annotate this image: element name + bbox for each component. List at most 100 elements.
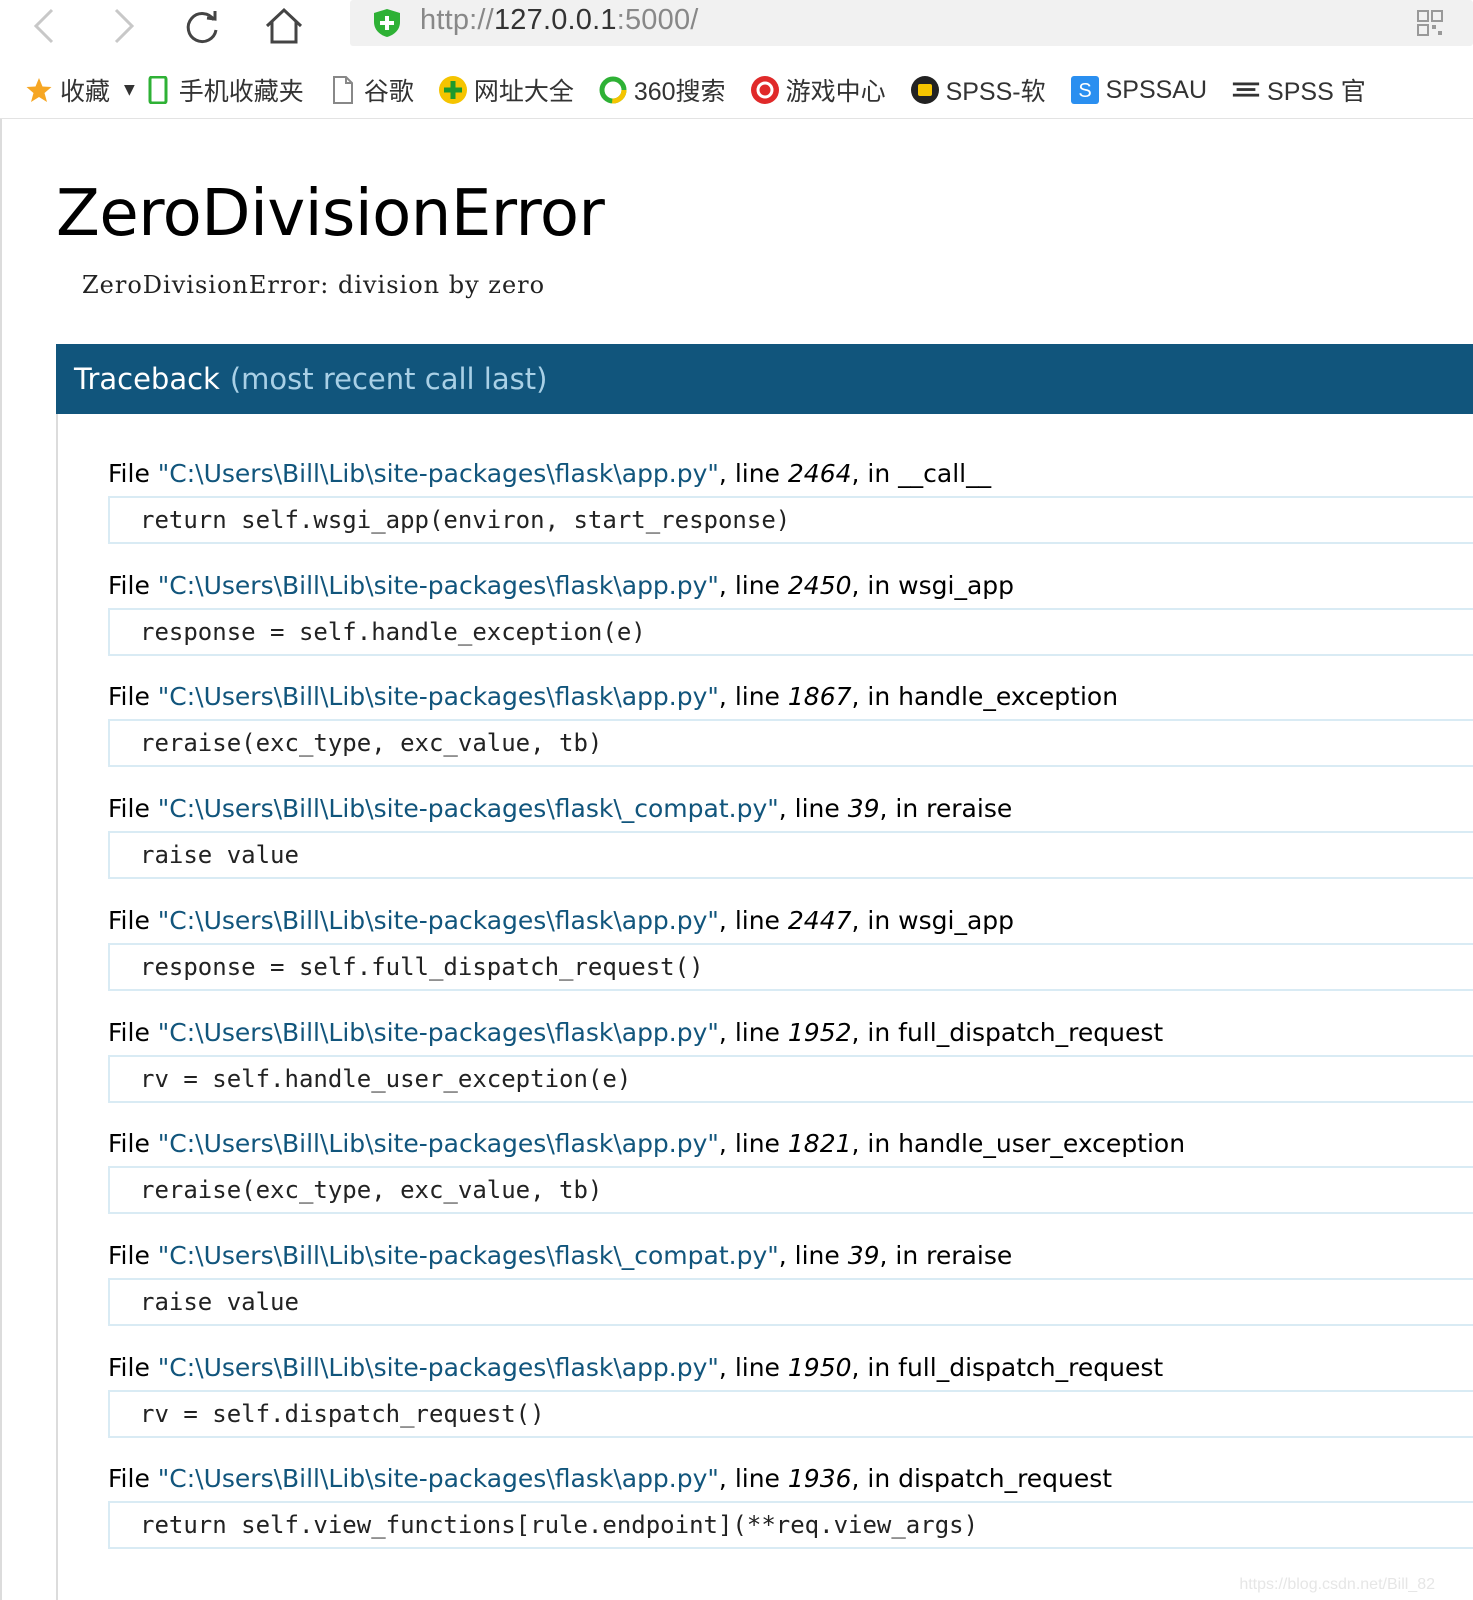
- bookmark-label: 网址大全: [473, 78, 574, 106]
- traceback-frame: File "C:\Users\Bill\Lib\site-packages\fl…: [108, 789, 1473, 880]
- forward-arrow-icon[interactable]: [102, 4, 146, 48]
- file-prefix: File: [108, 1464, 158, 1494]
- traceback-body: File "C:\Users\Bill\Lib\site-packages\fl…: [56, 414, 1473, 1600]
- shield-icon: [374, 9, 400, 37]
- frame-line-number: 2464: [787, 459, 852, 488]
- spss-official-icon: [1231, 75, 1261, 105]
- frame-function: reraise: [926, 1240, 1013, 1270]
- frame-function: full_dispatch_request: [898, 1017, 1164, 1047]
- frame-line-number: 39: [847, 794, 880, 824]
- page-content: ZeroDivisionError ZeroDivisionError: div…: [0, 119, 1473, 1600]
- file-prefix: File: [108, 459, 158, 488]
- home-icon[interactable]: [262, 4, 306, 48]
- frame-function: wsgi_app: [898, 570, 1015, 600]
- frame-code[interactable]: rv = self.handle_user_exception(e): [108, 1054, 1473, 1103]
- frame-code[interactable]: return self.wsgi_app(environ, start_resp…: [108, 496, 1473, 544]
- caret-down-icon[interactable]: ▼: [124, 82, 135, 98]
- bookmark-spss-soft[interactable]: SPSS-软: [910, 70, 1046, 110]
- in-prefix: , in: [851, 459, 899, 488]
- frame-line-number: 1950: [787, 1352, 852, 1382]
- frame-function: handle_exception: [898, 682, 1119, 712]
- line-prefix: , line: [718, 905, 788, 935]
- bookmark-label: SPSS 官: [1267, 78, 1366, 106]
- frame-line-number: 2447: [787, 905, 852, 935]
- svg-text:S: S: [1078, 80, 1091, 102]
- frame-filename: "C:\Users\Bill\Lib\site-packages\flask\a…: [157, 905, 719, 935]
- in-prefix: , in: [851, 1464, 899, 1494]
- url-host: 127.0.0.1: [493, 4, 617, 36]
- frame-location: File "C:\Users\Bill\Lib\site-packages\fl…: [108, 566, 1473, 606]
- bookmark-mobile[interactable]: 手机收藏夹: [143, 70, 304, 110]
- file-prefix: File: [108, 1017, 158, 1047]
- file-prefix: File: [108, 794, 158, 824]
- frame-filename: "C:\Users\Bill\Lib\site-packages\flask\_…: [157, 1240, 779, 1270]
- bookmark-google[interactable]: 谷歌: [328, 70, 414, 110]
- frame-filename: "C:\Users\Bill\Lib\site-packages\flask\a…: [157, 1464, 719, 1494]
- line-prefix: , line: [718, 459, 788, 488]
- traceback-frame: File "C:\Users\Bill\Lib\site-packages\fl…: [108, 566, 1473, 656]
- game-center-icon: [750, 75, 780, 105]
- file-prefix: File: [108, 1129, 158, 1159]
- frame-code[interactable]: raise value: [108, 831, 1473, 880]
- frame-function: __call__: [898, 459, 992, 488]
- traceback-frame: File "C:\Users\Bill\Lib\site-packages\fl…: [108, 1013, 1473, 1103]
- line-prefix: , line: [718, 1352, 788, 1382]
- frame-filename: "C:\Users\Bill\Lib\site-packages\flask\a…: [157, 1129, 719, 1159]
- nav-site-icon: [438, 75, 468, 105]
- frame-location: File "C:\Users\Bill\Lib\site-packages\fl…: [108, 1124, 1473, 1164]
- 360-search-icon: [598, 75, 628, 105]
- frame-code[interactable]: rv = self.dispatch_request(): [108, 1389, 1473, 1438]
- frame-location: File "C:\Users\Bill\Lib\site-packages\fl…: [108, 1459, 1473, 1499]
- line-prefix: , line: [718, 1464, 788, 1494]
- frame-filename: "C:\Users\Bill\Lib\site-packages\flask\a…: [157, 459, 719, 488]
- qr-code-icon[interactable]: [1417, 10, 1443, 36]
- frame-location: File "C:\Users\Bill\Lib\site-packages\fl…: [108, 789, 1473, 829]
- frame-function: dispatch_request: [898, 1464, 1113, 1494]
- frame-code[interactable]: raise value: [108, 1277, 1473, 1326]
- traceback-title: Traceback: [74, 362, 220, 396]
- back-arrow-icon[interactable]: [22, 4, 66, 48]
- frame-code[interactable]: response = self.handle_exception(e): [108, 607, 1473, 656]
- line-prefix: , line: [718, 1129, 788, 1159]
- frame-filename: "C:\Users\Bill\Lib\site-packages\flask\a…: [157, 570, 719, 600]
- traceback-frame: File "C:\Users\Bill\Lib\site-packages\fl…: [108, 1236, 1473, 1326]
- bookmark-label: SPSS-软: [945, 78, 1046, 106]
- traceback-frame: File "C:\Users\Bill\Lib\site-packages\fl…: [108, 1348, 1473, 1438]
- frame-filename: "C:\Users\Bill\Lib\site-packages\flask\a…: [157, 1017, 719, 1047]
- frame-line-number: 1952: [787, 1017, 852, 1047]
- bookmark-360-search[interactable]: 360搜索: [598, 70, 726, 110]
- frame-code[interactable]: response = self.full_dispatch_request(): [108, 942, 1473, 991]
- traceback-header: Traceback (most recent call last): [56, 344, 1473, 414]
- frame-location: File "C:\Users\Bill\Lib\site-packages\fl…: [108, 1013, 1473, 1053]
- file-prefix: File: [108, 1352, 158, 1382]
- address-bar[interactable]: http://127.0.0.1:5000/: [350, 0, 1473, 46]
- frame-code[interactable]: reraise(exc_type, exc_value, tb): [108, 1166, 1473, 1215]
- reload-icon[interactable]: [180, 4, 224, 48]
- frame-code[interactable]: reraise(exc_type, exc_value, tb): [108, 719, 1473, 768]
- frame-location: File "C:\Users\Bill\Lib\site-packages\fl…: [108, 901, 1473, 941]
- bookmark-spssau[interactable]: S SPSSAU: [1070, 70, 1207, 110]
- frame-location: File "C:\Users\Bill\Lib\site-packages\fl…: [108, 1236, 1473, 1276]
- traceback-frame: File "C:\Users\Bill\Lib\site-packages\fl…: [108, 454, 1473, 544]
- frame-function: wsgi_app: [898, 905, 1015, 935]
- in-prefix: , in: [879, 794, 927, 824]
- page-icon: [328, 75, 358, 105]
- bookmark-nav-site[interactable]: 网址大全: [438, 70, 574, 110]
- bookmark-game-center[interactable]: 游戏中心: [750, 70, 886, 110]
- in-prefix: , in: [851, 570, 899, 600]
- watermark: https://blog.csdn.net/Bill_82: [1239, 1576, 1435, 1593]
- url-text[interactable]: http://127.0.0.1:5000/: [420, 4, 699, 37]
- url-protocol: http://: [420, 4, 494, 36]
- traceback-frame: File "C:\Users\Bill\Lib\site-packages\fl…: [108, 901, 1473, 991]
- file-prefix: File: [108, 1240, 158, 1270]
- page-title: ZeroDivisionError: [56, 177, 605, 251]
- bookmark-favorites[interactable]: 收藏: [24, 70, 110, 110]
- frame-location: File "C:\Users\Bill\Lib\site-packages\fl…: [108, 677, 1473, 717]
- in-prefix: , in: [879, 1240, 927, 1270]
- frame-code[interactable]: return self.view_functions[rule.endpoint…: [108, 1501, 1473, 1550]
- url-port-path: :5000/: [616, 4, 699, 36]
- error-message: ZeroDivisionError: division by zero: [82, 271, 546, 299]
- traceback-frame: File "C:\Users\Bill\Lib\site-packages\fl…: [108, 1124, 1473, 1215]
- bookmark-label: 谷歌: [363, 78, 414, 106]
- bookmark-spss-official[interactable]: SPSS 官: [1231, 70, 1366, 110]
